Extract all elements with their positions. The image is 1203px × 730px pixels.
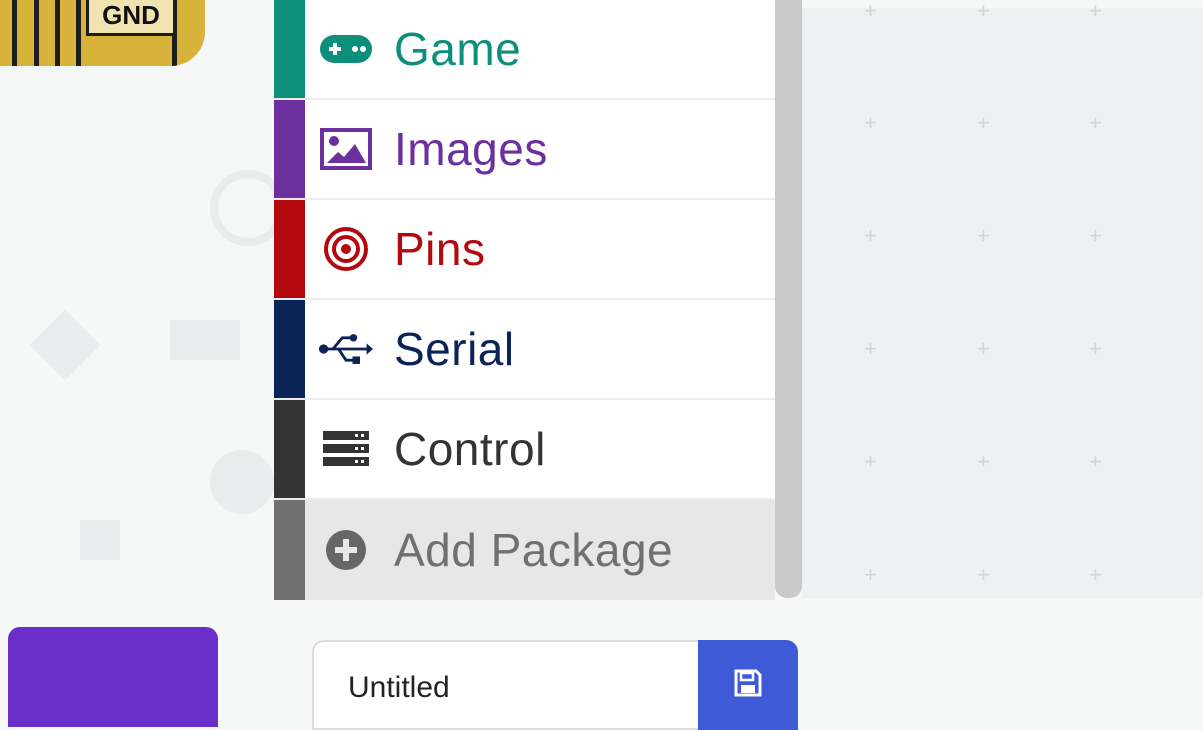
- download-button[interactable]: [8, 627, 218, 727]
- save-button[interactable]: [698, 640, 798, 730]
- background-decoration: [210, 450, 274, 514]
- grid-mark: +: [977, 110, 990, 135]
- grid-mark: +: [977, 562, 990, 587]
- grid-mark: +: [1089, 336, 1102, 361]
- background-decoration: [29, 309, 101, 381]
- grid-mark: +: [864, 336, 877, 361]
- grid-mark: +: [977, 0, 990, 23]
- add-package-button[interactable]: Add Package: [274, 500, 775, 600]
- background-decoration: [80, 520, 120, 560]
- grid-mark: +: [864, 562, 877, 587]
- grid-mark: +: [977, 223, 990, 248]
- toolbox-scrollbar[interactable]: [775, 0, 802, 598]
- grid-mark: +: [864, 223, 877, 248]
- pin-stripe: [55, 0, 60, 66]
- grid-mark: +: [977, 336, 990, 361]
- toolbox-category-pins[interactable]: Pins: [274, 200, 775, 300]
- grid-mark: +: [864, 0, 877, 23]
- grid-mark: +: [1089, 449, 1102, 474]
- category-color-bar: [274, 100, 305, 198]
- category-color-bar: [274, 500, 305, 600]
- gamepad-icon: [318, 21, 374, 77]
- category-label: Serial: [394, 323, 515, 375]
- save-icon: [733, 668, 763, 703]
- usb-icon: [318, 321, 374, 377]
- category-color-bar: [274, 0, 305, 98]
- grid-mark: +: [977, 449, 990, 474]
- pin-stripe: [76, 0, 81, 66]
- pin-stripe: [12, 0, 17, 66]
- gnd-pin-card: GND: [0, 0, 205, 66]
- grid-mark: +: [1089, 223, 1102, 248]
- pin-stripe: [34, 0, 39, 66]
- project-name-field: [312, 640, 700, 730]
- background-decoration: [170, 320, 240, 360]
- category-color-bar: [274, 400, 305, 498]
- category-label: Control: [394, 423, 546, 475]
- grid-mark: +: [1089, 0, 1102, 23]
- category-label: Images: [394, 123, 548, 175]
- category-color-bar: [274, 300, 305, 398]
- target-icon: [318, 221, 374, 277]
- plus-circle-icon: [318, 522, 374, 578]
- gnd-label: GND: [86, 0, 176, 36]
- grid-mark: +: [1089, 562, 1102, 587]
- image-icon: [318, 121, 374, 177]
- grid-mark: +: [864, 449, 877, 474]
- server-icon: [318, 421, 374, 477]
- toolbox-category-images[interactable]: Images: [274, 100, 775, 200]
- toolbox-category-serial[interactable]: Serial: [274, 300, 775, 400]
- grid-mark: +: [864, 110, 877, 135]
- project-name-input[interactable]: [346, 670, 680, 706]
- toolbox: Game Images Pins Serial Control Add Pack…: [274, 0, 775, 600]
- toolbox-category-game[interactable]: Game: [274, 0, 775, 100]
- category-label: Pins: [394, 223, 486, 275]
- category-color-bar: [274, 200, 305, 298]
- category-label: Game: [394, 23, 522, 75]
- category-label: Add Package: [394, 524, 674, 576]
- toolbox-category-control[interactable]: Control: [274, 400, 775, 500]
- blocks-workspace[interactable]: + + + + + + + + + + + + + + + + + +: [802, 0, 1203, 598]
- grid-mark: +: [1089, 110, 1102, 135]
